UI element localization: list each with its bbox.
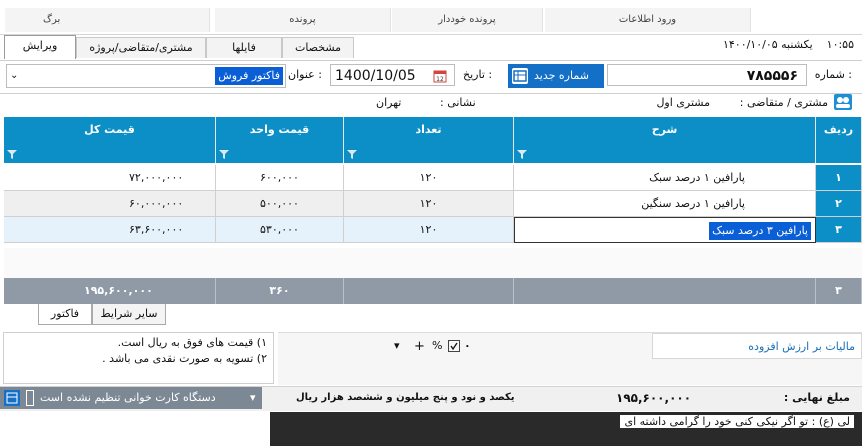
invoice-header: شماره : ۷۸۵۵۵۶ شماره جدید تاریخ : 1400/1… [0, 60, 862, 94]
vat-label-box: مالیات بر ارزش افزوده [652, 333, 862, 359]
customer-label: مشتری / متقاضی : [739, 96, 828, 109]
row-total[interactable]: ۷۲,۰۰۰,۰۰۰ [4, 165, 216, 191]
clock-day: یکشنبه [781, 38, 813, 51]
customer-value[interactable]: مشتری اول [656, 96, 710, 109]
col-total[interactable]: قیمت کل [4, 117, 216, 163]
device-icon [26, 390, 34, 406]
device-status-text: دستگاه کارت خوانی تنظیم نشده است [40, 391, 216, 404]
number-field[interactable]: ۷۸۵۵۵۶ [607, 64, 807, 86]
col-unit-price[interactable]: قیمت واحد [216, 117, 344, 163]
tab-other-terms[interactable]: سایر شرایط [92, 304, 166, 325]
final-amount-bar: دستگاه کارت خوانی تنظیم نشده است ▾ یکصد … [0, 386, 862, 411]
filter-icon[interactable] [517, 150, 527, 159]
ribbon-tab-data-entry[interactable]: ورود اطلاعات [545, 8, 751, 32]
title-value: فاکتور فروش [215, 67, 283, 85]
section-tabs: ویرایش مشتری/متقاضی/پروژه فایلها مشخصات … [0, 35, 862, 59]
date-label: تاریخ : [463, 68, 493, 81]
ribbon-tab-car-file[interactable]: پرونده خوددار [392, 8, 543, 32]
new-row[interactable] [4, 248, 862, 279]
total-desc-empty [514, 278, 816, 304]
tab-invoice[interactable]: فاکتور [38, 304, 92, 325]
final-amount-label: مبلغ نهایی : [783, 391, 850, 404]
clock-time: ۱۰:۵۵ [826, 38, 854, 51]
svg-text:12: 12 [436, 76, 444, 83]
row-total[interactable]: ۶۰,۰۰۰,۰۰۰ [4, 191, 216, 217]
note-line: ۱) قیمت های فوق به ریال است. [117, 336, 267, 349]
row-no: ۲ [816, 191, 862, 217]
row-total[interactable]: ۶۳,۶۰۰,۰۰۰ [4, 217, 216, 243]
row-desc[interactable]: پارافین ۳ درصد سبک [709, 222, 811, 240]
new-number-label: شماره جدید [534, 69, 589, 82]
final-amount-value: ۱۹۵,۶۰۰,۰۰۰ [616, 391, 692, 405]
address-value: تهران [376, 96, 402, 109]
filter-icon[interactable] [347, 150, 357, 159]
address-label: نشانی : [440, 96, 476, 109]
grid-icon [512, 68, 528, 84]
clock-date: ۱۴۰۰/۱۰/۰۵ [722, 38, 778, 51]
row-unit[interactable]: ۵۳۰,۰۰۰ [216, 217, 344, 243]
row-desc[interactable]: پارافین ۱ درصد سنگین [514, 191, 816, 217]
table-row[interactable]: ۲ پارافین ۱ درصد سنگین ۱۲۰ ۵۰۰,۰۰۰ ۶۰,۰۰… [4, 191, 862, 217]
vat-panel: ▾ + % ۰ مالیات بر ارزش افزوده [278, 332, 862, 385]
tab-customer[interactable]: مشتری/متقاضی/پروژه [76, 37, 206, 58]
clock: ۱۰:۵۵ یکشنبه ۱۴۰۰/۱۰/۰۵ [723, 38, 854, 51]
card-reader-icon[interactable] [4, 390, 20, 406]
vat-dropdown[interactable]: ▾ [394, 339, 400, 352]
total-sum: ۱۹۵,۶۰۰,۰۰۰ [4, 278, 216, 304]
filter-icon[interactable] [219, 150, 229, 159]
col-row-no[interactable]: ردیف [816, 117, 862, 163]
table-row-selected[interactable]: ۳ پارافین ۳ درصد سبک ۱۲۰ ۵۳۰,۰۰۰ ۶۳,۶۰۰,… [4, 217, 862, 243]
total-count: ۳ [816, 278, 862, 304]
totals-row: ۳ ۳۶۰ ۱۹۵,۶۰۰,۰۰۰ [4, 278, 862, 304]
vat-checkbox[interactable] [448, 340, 460, 352]
row-desc-editor[interactable]: پارافین ۳ درصد سبک [514, 217, 816, 243]
ribbon-tab-file[interactable]: پرونده [215, 8, 391, 32]
customer-row: مشتری / متقاضی : مشتری اول نشانی : تهران [0, 92, 862, 116]
row-no: ۳ [816, 217, 862, 243]
row-qty[interactable]: ۱۲۰ [344, 191, 514, 217]
col-description[interactable]: شرح [514, 117, 816, 163]
ribbon-tab-sheet[interactable]: برگ [5, 8, 210, 32]
percent-label: % [432, 339, 443, 352]
total-qty: ۳۶۰ [216, 278, 344, 304]
row-unit[interactable]: ۶۰۰,۰۰۰ [216, 165, 344, 191]
col-qty[interactable]: تعداد [344, 117, 514, 163]
vat-value[interactable]: ۰ [464, 339, 471, 352]
tab-edit[interactable]: ویرایش [4, 35, 76, 59]
customer-icon[interactable] [834, 94, 852, 110]
chevron-down-icon[interactable]: ⌄ [10, 65, 18, 87]
filter-icon[interactable] [7, 150, 17, 159]
card-reader-status[interactable]: دستگاه کارت خوانی تنظیم نشده است ▾ [0, 387, 262, 409]
quote-text: لی (ع) : تو اگر نیکی کنی خود را گرامی دا… [620, 415, 854, 428]
tab-specs[interactable]: مشخصات [282, 37, 354, 58]
row-qty[interactable]: ۱۲۰ [344, 165, 514, 191]
calendar-icon[interactable]: 12 [433, 69, 447, 83]
final-amount-words: یکصد و نود و پنج میلیون و ششصد هزار ریال [296, 392, 515, 403]
number-label: شماره : [814, 68, 852, 81]
chevron-down-icon[interactable]: ▾ [250, 387, 256, 409]
title-select[interactable]: ⌄ فاکتور فروش [6, 64, 286, 88]
new-number-button[interactable]: شماره جدید [508, 64, 604, 88]
notes-box[interactable]: ۱) قیمت های فوق به ریال است. ۲) تسویه به… [3, 332, 274, 384]
table-row[interactable]: ۱ پارافین ۱ درصد سبک ۱۲۰ ۶۰۰,۰۰۰ ۷۲,۰۰۰,… [4, 165, 862, 191]
total-qty-empty [344, 278, 514, 304]
row-unit[interactable]: ۵۰۰,۰۰۰ [216, 191, 344, 217]
ribbon-bar: ورود اطلاعات پرونده خوددار پرونده برگ [0, 0, 862, 35]
vat-label: مالیات بر ارزش افزوده [748, 340, 855, 353]
row-no: ۱ [816, 165, 862, 191]
title-label: عنوان : [288, 68, 322, 81]
tab-files[interactable]: فایلها [206, 37, 282, 58]
row-qty[interactable]: ۱۲۰ [344, 217, 514, 243]
plus-button[interactable]: + [414, 339, 425, 354]
row-desc[interactable]: پارافین ۱ درصد سبک [514, 165, 816, 191]
note-line: ۲) تسویه به صورت نقدی می باشد . [102, 352, 267, 365]
